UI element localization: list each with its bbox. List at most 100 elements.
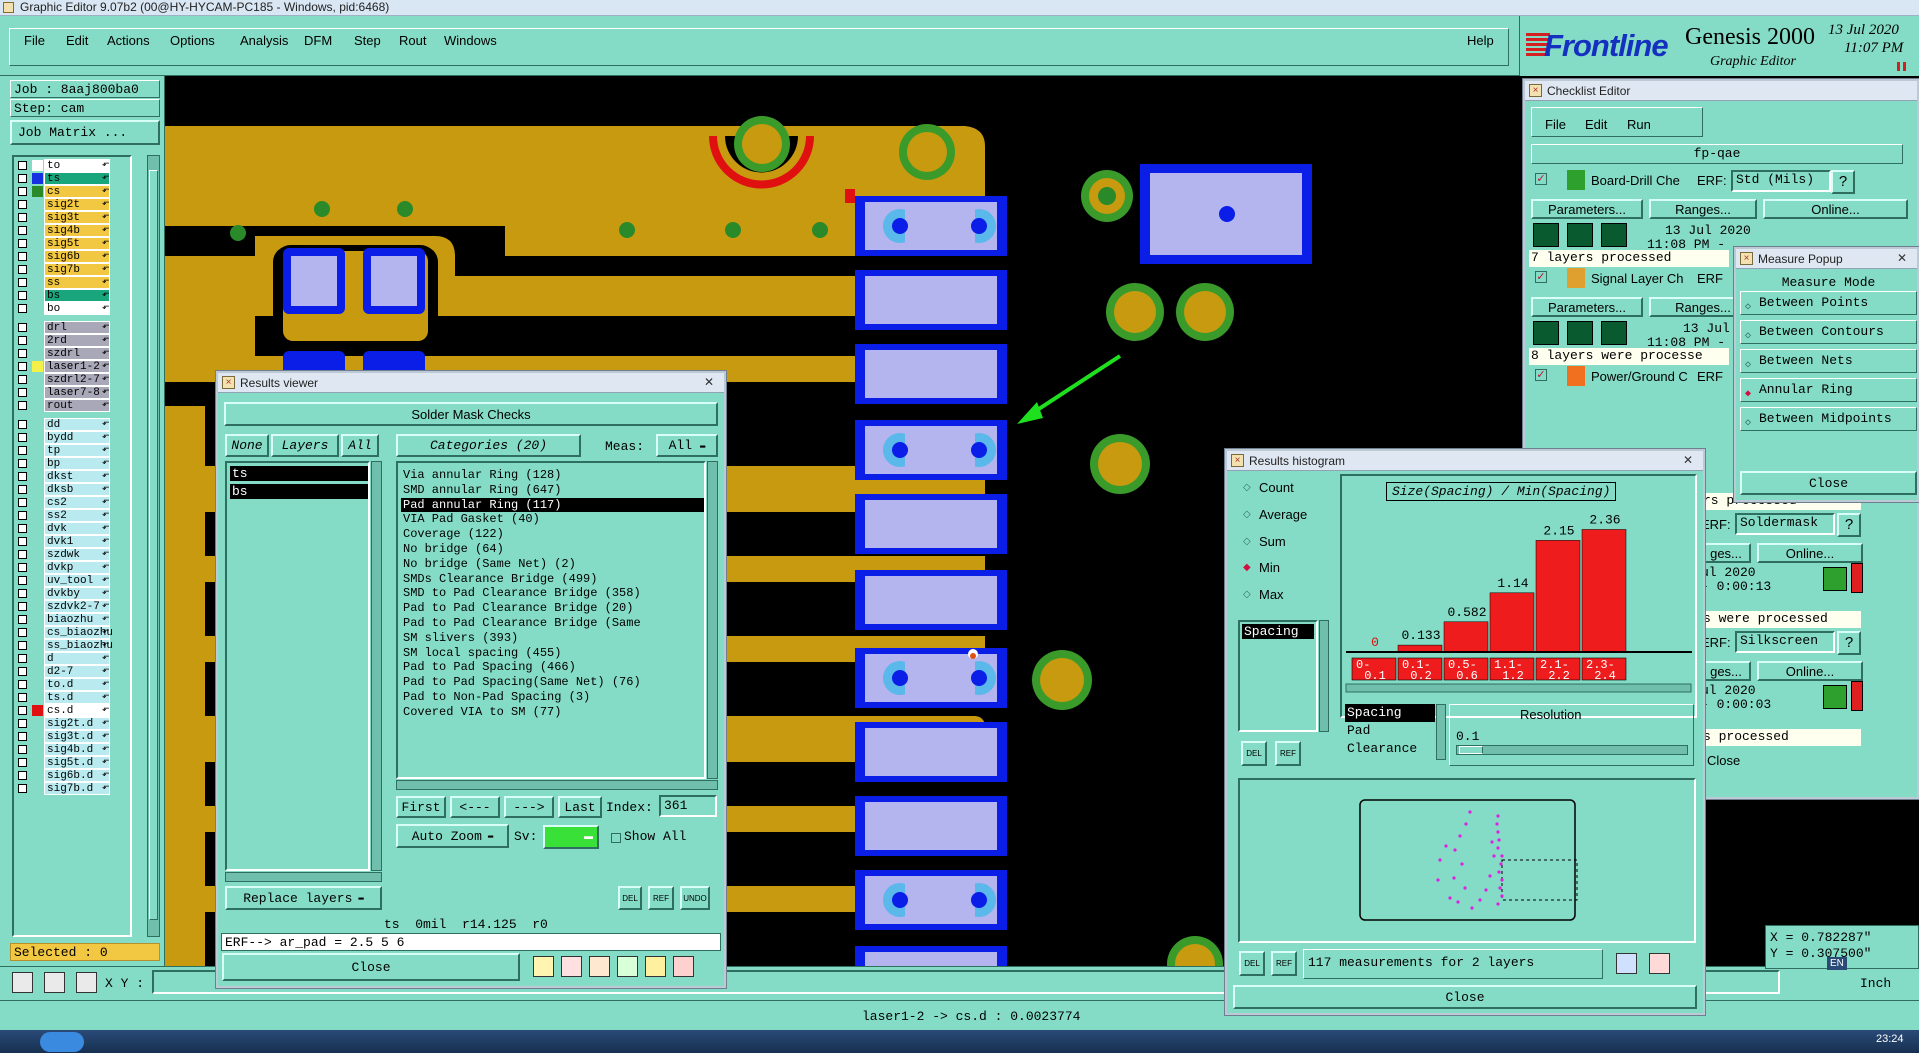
layer-color-swatch[interactable] xyxy=(32,445,43,456)
stat-option[interactable]: ◆ Min xyxy=(1233,555,1333,582)
layer-select-item[interactable]: bs xyxy=(230,484,368,499)
layer-color-swatch[interactable] xyxy=(32,783,43,794)
layer-row[interactable]: tp ⬐ xyxy=(14,444,130,457)
layer-color-swatch[interactable] xyxy=(32,705,43,716)
layer-checkbox[interactable] xyxy=(18,401,27,410)
histogram-del-button[interactable]: DEL xyxy=(1241,741,1267,766)
category-item[interactable]: Pad to Pad Spacing(Same Net) (76) xyxy=(401,675,704,690)
layer-row[interactable]: d ⬐ xyxy=(14,652,130,665)
category-item[interactable]: Pad to Pad Clearance Bridge (20) xyxy=(401,601,704,616)
checklist-close-button[interactable]: Close xyxy=(1707,753,1740,768)
zoom-result-icon[interactable] xyxy=(1823,567,1847,591)
layer-row[interactable]: uv_tool ⬐ xyxy=(14,574,130,587)
layer-checkbox[interactable] xyxy=(18,602,27,611)
replace-layers-dropdown[interactable]: Replace layers ▬ xyxy=(225,886,382,910)
layer-checkbox[interactable] xyxy=(18,784,27,793)
help-button[interactable]: ? xyxy=(1831,170,1855,194)
menu-file[interactable]: File xyxy=(24,33,45,48)
layer-row[interactable]: d2-7 ⬐ xyxy=(14,665,130,678)
layer-row[interactable]: 2rd ⬐ xyxy=(14,334,130,347)
layer-checkbox[interactable] xyxy=(18,498,27,507)
layer-color-swatch[interactable] xyxy=(32,400,43,411)
checklist-action-label[interactable]: Power/Ground C xyxy=(1591,369,1695,384)
run-icon[interactable] xyxy=(1601,321,1627,345)
layer-checkbox[interactable] xyxy=(18,758,27,767)
layer-row[interactable]: bs ⬐ xyxy=(14,289,130,302)
layer-row[interactable]: sig4b ⬐ xyxy=(14,224,130,237)
histogram-ref-button[interactable]: REF xyxy=(1275,741,1301,766)
category-item[interactable]: No bridge (64) xyxy=(401,542,704,557)
layer-row[interactable]: dvk1 ⬐ xyxy=(14,535,130,548)
measure-item-scrollbar[interactable] xyxy=(1319,620,1329,732)
show-icon[interactable] xyxy=(533,956,554,977)
category-item[interactable]: SM local spacing (455) xyxy=(401,646,704,661)
layers-button[interactable]: Layers xyxy=(271,434,339,457)
layer-checkbox[interactable] xyxy=(18,200,27,209)
layer-color-swatch[interactable] xyxy=(32,322,43,333)
run-icon[interactable] xyxy=(1567,223,1593,247)
layer-color-swatch[interactable] xyxy=(32,361,43,372)
layer-checkbox[interactable] xyxy=(18,745,27,754)
resolution-slider[interactable] xyxy=(1456,745,1688,755)
layer-checkbox[interactable] xyxy=(18,719,27,728)
menu-options[interactable]: Options xyxy=(170,33,215,48)
measure-item[interactable]: Spacing xyxy=(1242,624,1314,639)
layer-row[interactable]: sig5t.d ⬐ xyxy=(14,756,130,769)
layer-scrollbar[interactable] xyxy=(147,155,160,937)
help-button[interactable]: ? xyxy=(1837,513,1861,537)
layer-row[interactable]: to ⬐ xyxy=(14,159,130,172)
checklist-menu-run[interactable]: Run xyxy=(1627,117,1651,132)
histogram-close-button[interactable]: Close xyxy=(1233,985,1697,1009)
layer-checkbox[interactable] xyxy=(18,187,27,196)
layer-select-list[interactable]: ts bs xyxy=(225,461,370,871)
stat-option[interactable]: ◇ Max xyxy=(1233,582,1333,609)
layer-row[interactable]: drl ⬐ xyxy=(14,321,130,334)
del-button[interactable]: DEL xyxy=(618,886,642,910)
note-icon[interactable] xyxy=(645,956,666,977)
layer-select-item[interactable]: ts xyxy=(230,466,368,481)
layer-checkbox[interactable] xyxy=(18,174,27,183)
layer-color-swatch[interactable] xyxy=(32,186,43,197)
layer-color-swatch[interactable] xyxy=(32,679,43,690)
measure-item-list[interactable]: Spacing xyxy=(1238,620,1318,732)
layer-row[interactable]: ss ⬐ xyxy=(14,276,130,289)
layer-color-swatch[interactable] xyxy=(32,335,43,346)
show-all-checkbox[interactable] xyxy=(611,833,621,843)
measure-option[interactable]: ◇ Between Contours xyxy=(1740,320,1917,344)
meas-dropdown[interactable]: All ▬ xyxy=(656,434,718,457)
ranges-button[interactable]: ges... xyxy=(1701,661,1751,681)
layer-row[interactable]: cs ⬐ xyxy=(14,185,130,198)
layer-color-swatch[interactable] xyxy=(32,692,43,703)
category-hscroll[interactable] xyxy=(396,780,718,790)
layer-color-swatch[interactable] xyxy=(32,718,43,729)
layer-checkbox[interactable] xyxy=(18,433,27,442)
stat-option[interactable]: ◇ Count xyxy=(1233,475,1333,502)
layer-row[interactable]: sig7b ⬐ xyxy=(14,263,130,276)
first-button[interactable]: First xyxy=(396,796,446,818)
layer-checkbox[interactable] xyxy=(18,511,27,520)
prev-button[interactable]: <--- xyxy=(450,796,500,818)
category-item[interactable]: SMD annular Ring (647) xyxy=(401,483,704,498)
layer-color-swatch[interactable] xyxy=(32,627,43,638)
layer-checkbox[interactable] xyxy=(18,213,27,222)
histogram-icon[interactable] xyxy=(673,956,694,977)
layer-checkbox[interactable] xyxy=(18,550,27,559)
layer-checkbox[interactable] xyxy=(18,265,27,274)
run-icon[interactable] xyxy=(1533,321,1559,345)
layer-row[interactable]: dvkby ⬐ xyxy=(14,587,130,600)
category-item[interactable]: Via annular Ring (128) xyxy=(401,468,704,483)
category-item[interactable]: Coverage (122) xyxy=(401,527,704,542)
measure-option[interactable]: ◇ Between Points xyxy=(1740,291,1917,315)
layer-row[interactable]: sig3t.d ⬐ xyxy=(14,730,130,743)
layer-color-swatch[interactable] xyxy=(32,212,43,223)
layer-checkbox[interactable] xyxy=(18,362,27,371)
measure-option[interactable]: ◆ Annular Ring xyxy=(1740,378,1917,402)
layer-color-swatch[interactable] xyxy=(32,290,43,301)
layer-row[interactable]: sig6b.d ⬐ xyxy=(14,769,130,782)
layer-checkbox[interactable] xyxy=(18,446,27,455)
index-input[interactable]: 361 xyxy=(659,795,717,817)
menu-help[interactable]: Help xyxy=(1467,33,1494,48)
categories-button[interactable]: Categories (20) xyxy=(396,434,581,457)
layer-checkbox[interactable] xyxy=(18,420,27,429)
category-item[interactable]: SMD to Pad Clearance Bridge (358) xyxy=(401,586,704,601)
